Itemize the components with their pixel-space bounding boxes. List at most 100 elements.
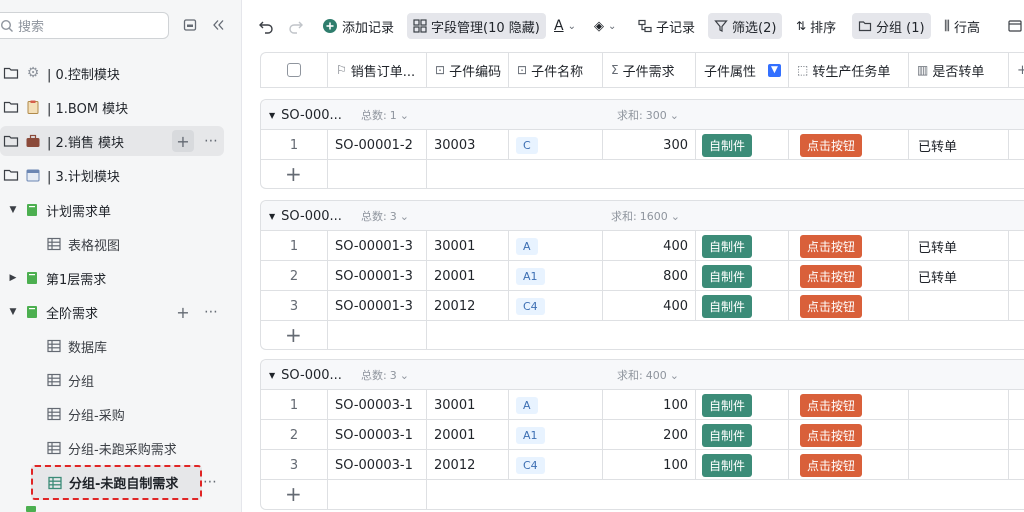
converted-cell[interactable]: 已转单 [918, 130, 957, 160]
caret-down-icon[interactable]: ▼ [8, 205, 18, 215]
attr-cell[interactable]: 自制件 [702, 291, 753, 321]
attr-cell[interactable]: 自制件 [702, 420, 753, 450]
caret-down-icon[interactable]: ▼ [8, 307, 18, 317]
fill-color-button[interactable]: ◈ ⌄ [588, 13, 622, 39]
attr-cell[interactable]: 自制件 [702, 130, 753, 160]
search-box[interactable]: 搜索 [0, 12, 169, 39]
name-cell[interactable]: A1 [516, 420, 545, 450]
demand-cell[interactable]: 100 [603, 390, 688, 420]
group-button[interactable]: 分组 (1) [852, 13, 931, 39]
click-button[interactable]: 点击按钮 [800, 393, 863, 417]
caret-down-icon[interactable]: ▼ [269, 212, 275, 221]
code-cell[interactable]: 20012 [434, 291, 475, 321]
sub-record-button[interactable]: 子记录 [632, 13, 701, 39]
name-cell[interactable]: C4 [516, 291, 545, 321]
group-header[interactable]: ▼ SO-000... 总数: 3 ⌄ 求和: 1600 ⌄ [261, 201, 1024, 231]
add-icon[interactable]: + [172, 130, 194, 152]
code-cell[interactable]: 20001 [434, 420, 475, 450]
more-icon[interactable]: ⋯ [204, 133, 218, 149]
order-cell[interactable]: SO-00001-3 [335, 261, 413, 291]
column-header-demand[interactable]: Σ 子件需求 [603, 53, 696, 87]
converted-cell[interactable]: 已转单 [918, 231, 957, 261]
group-header[interactable]: ▼ SO-000... 总数: 3 ⌄ 求和: 400 ⌄ [261, 360, 1024, 390]
caret-down-icon[interactable]: ▼ [269, 371, 275, 380]
add-record-button[interactable]: 添加记录 [316, 13, 400, 39]
column-header-attr[interactable]: 子件属性 ▼ [696, 53, 789, 87]
undo-button[interactable] [252, 13, 280, 39]
name-cell[interactable]: A1 [516, 261, 545, 291]
attr-cell[interactable]: 自制件 [702, 390, 753, 420]
click-button[interactable]: 点击按钮 [800, 133, 863, 157]
filter-button[interactable]: 筛选(2) [708, 13, 783, 39]
sidebar-item-sales-module[interactable]: | 2.销售 模块 + ⋯ [0, 126, 224, 156]
click-button[interactable]: 点击按钮 [800, 264, 863, 288]
sidebar-item-level1-demand[interactable]: ▶ 第1层需求 [0, 263, 224, 293]
chevron-down-icon[interactable]: ⌄ [670, 369, 679, 382]
attr-cell[interactable]: 自制件 [702, 231, 753, 261]
name-cell[interactable]: A [516, 231, 538, 261]
click-button[interactable]: 点击按钮 [800, 423, 863, 447]
sidebar-item-group-unrun-purchase[interactable]: 分组-未跑采购需求 [0, 433, 224, 463]
table-row[interactable]: 2 SO-00001-3 20001 A1 800 自制件 点击按钮 已转单 [261, 261, 1024, 291]
sidebar-item-grid-view[interactable]: 表格视图 [0, 229, 224, 259]
code-cell[interactable]: 30001 [434, 231, 475, 261]
table-row[interactable]: 1 SO-00001-3 30001 A 400 自制件 点击按钮 已转单 [261, 231, 1024, 261]
chevron-down-icon[interactable]: ⌄ [671, 210, 680, 223]
table-row[interactable]: 3 SO-00001-3 20012 C4 400 自制件 点击按钮 [261, 291, 1024, 321]
chevron-down-icon[interactable]: ⌄ [400, 210, 409, 223]
group-header[interactable]: ▼ SO-000... 总数: 1 ⌄ 求和: 300 ⌄ [261, 100, 1024, 130]
sidebar-item-control-module[interactable]: ⚙ | 0.控制模块 [0, 58, 224, 88]
sidebar-item-plan-module[interactable]: | 3.计划模块 [0, 160, 224, 190]
order-cell[interactable]: SO-00001-3 [335, 291, 413, 321]
order-cell[interactable]: SO-00001-2 [335, 130, 413, 160]
table-row[interactable]: 1 SO-00001-2 30003 C 300 自制件 点击按钮 已转单 [261, 130, 1024, 160]
table-row[interactable]: 1 SO-00003-1 30001 A 100 自制件 点击按钮 [261, 390, 1024, 420]
sidebar-item-plan-demand[interactable]: ▼ 计划需求单 [0, 195, 224, 225]
filter-badge-icon[interactable]: ▼ [768, 63, 782, 77]
attr-cell[interactable]: 自制件 [702, 450, 753, 480]
order-cell[interactable]: SO-00003-1 [335, 450, 413, 480]
name-cell[interactable]: A [516, 390, 538, 420]
chevron-down-icon[interactable]: ⌄ [670, 109, 679, 122]
double-chevron-left-icon[interactable] [209, 16, 227, 34]
table-row[interactable]: 3 SO-00003-1 20012 C4 100 自制件 点击按钮 [261, 450, 1024, 480]
attr-cell[interactable]: 自制件 [702, 261, 753, 291]
sidebar-item-database[interactable]: 数据库 [0, 331, 224, 361]
add-row-button[interactable]: + [261, 480, 1024, 510]
name-cell[interactable]: C4 [516, 450, 545, 480]
column-header-converted[interactable]: ▥ 是否转单 [909, 53, 1009, 87]
sidebar-item-group-purchase[interactable]: 分组-采购 [0, 399, 224, 429]
demand-cell[interactable]: 300 [603, 130, 688, 160]
code-cell[interactable]: 20012 [434, 450, 475, 480]
demand-cell[interactable]: 100 [603, 450, 688, 480]
demand-cell[interactable]: 400 [603, 231, 688, 261]
more-icon[interactable]: ⋯ [203, 474, 217, 490]
click-button[interactable]: 点击按钮 [800, 294, 863, 318]
sidebar-item-group[interactable]: 分组 [0, 365, 224, 395]
order-cell[interactable]: SO-00003-1 [335, 390, 413, 420]
row-height-button[interactable]: ⫼ 行高 [938, 13, 986, 39]
text-color-button[interactable]: A ⌄ [548, 13, 582, 39]
column-header-code[interactable]: ⊡ 子件编码 [427, 53, 509, 87]
collapse-panel-icon[interactable] [181, 16, 199, 34]
select-all-checkbox[interactable] [261, 53, 328, 87]
demand-cell[interactable]: 200 [603, 420, 688, 450]
click-button[interactable]: 点击按钮 [800, 234, 863, 258]
add-icon[interactable]: + [172, 301, 194, 323]
order-cell[interactable]: SO-00001-3 [335, 231, 413, 261]
table-row[interactable]: 2 SO-00003-1 20001 A1 200 自制件 点击按钮 [261, 420, 1024, 450]
more-toolbar-button[interactable] [1002, 13, 1024, 39]
order-cell[interactable]: SO-00003-1 [335, 420, 413, 450]
column-header-production[interactable]: ⬚ 转生产任务单 [789, 53, 909, 87]
demand-cell[interactable]: 800 [603, 261, 688, 291]
more-icon[interactable]: ⋯ [204, 304, 218, 320]
demand-cell[interactable]: 400 [603, 291, 688, 321]
code-cell[interactable]: 30001 [434, 390, 475, 420]
click-button[interactable]: 点击按钮 [800, 453, 863, 477]
field-manage-button[interactable]: 字段管理(10 隐藏) [407, 13, 546, 39]
caret-down-icon[interactable]: ▼ [269, 111, 275, 120]
column-header-name[interactable]: ⊡ 子件名称 [509, 53, 603, 87]
code-cell[interactable]: 30003 [434, 130, 475, 160]
add-column-icon[interactable]: + [1009, 53, 1024, 87]
sidebar-item-full-demand[interactable]: ▼ 全阶需求 + ⋯ [0, 297, 224, 327]
